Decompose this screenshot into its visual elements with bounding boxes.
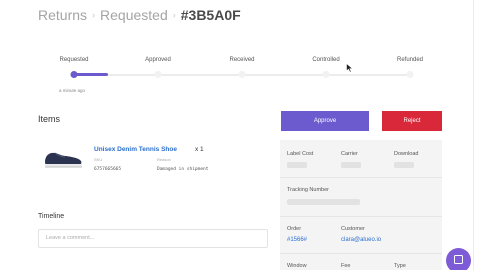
step-dot-refunded: [406, 71, 414, 78]
step-label-requested: Requested: [59, 57, 89, 63]
step-label-controlled: Controlled: [312, 57, 340, 63]
breadcrumb-separator: ›: [172, 10, 176, 20]
approve-button[interactable]: Approve: [281, 111, 369, 131]
chat-button[interactable]: [446, 248, 471, 270]
divider: [280, 177, 442, 178]
item-quantity: x 1: [195, 146, 204, 153]
divider: [280, 216, 442, 217]
reason-label: Reason: [157, 157, 171, 162]
step-label-received: Received: [229, 57, 255, 63]
breadcrumb-returns-link[interactable]: Returns: [38, 7, 87, 23]
fee-label: Fee: [341, 263, 351, 269]
items-heading: Items: [38, 114, 61, 124]
step-dot-controlled: [322, 71, 330, 78]
download-label: Download: [394, 151, 419, 157]
tracking-number-label: Tracking Number: [287, 187, 329, 193]
customer-email-link[interactable]: clara@alueo.io: [341, 237, 381, 243]
list-item: Unisex Denim Tennis Shoe x 1 SKU Reason …: [42, 143, 262, 179]
step-dot-approved: [154, 71, 162, 78]
step-dot-requested: [70, 71, 78, 78]
breadcrumb-separator: ›: [92, 10, 96, 20]
carrier-label: Carrier: [341, 151, 358, 157]
page-scrollbar[interactable]: [473, 0, 474, 270]
customer-label: Customer: [341, 226, 365, 232]
breadcrumb-requested-link[interactable]: Requested: [100, 7, 168, 23]
type-label: Type: [394, 263, 406, 269]
label-cost-placeholder: [287, 162, 307, 168]
step-timestamp: a minute ago: [59, 88, 86, 93]
window-label: Window: [287, 263, 307, 269]
step-label-approved: Approved: [145, 57, 171, 63]
order-link[interactable]: #1566#: [287, 237, 307, 243]
carrier-placeholder: [341, 162, 361, 168]
sku-label: SKU: [94, 157, 103, 162]
sneaker-image: [45, 152, 82, 168]
divider: [280, 253, 442, 254]
breadcrumb: Returns › Requested › #3B5A0F: [38, 6, 241, 24]
mouse-cursor-icon: [346, 63, 354, 73]
return-progress: Requested Approved Received Controlled R…: [40, 55, 440, 95]
reject-button[interactable]: Reject: [382, 111, 442, 131]
tracking-number-placeholder: [287, 199, 360, 205]
label-cost-label: Label Cost: [287, 151, 314, 157]
step-dot-received: [238, 71, 246, 78]
sku-value: 6757665665: [94, 167, 122, 172]
timeline-heading: Timeline: [38, 213, 65, 220]
reason-value: Damaged in shipment: [157, 167, 209, 172]
order-label: Order: [287, 226, 302, 232]
step-label-refunded: Refunded: [396, 57, 424, 63]
chat-icon: [454, 255, 463, 264]
page-title: #3B5A0F: [180, 7, 241, 23]
return-details-panel: Label Cost Carrier Download Tracking Num…: [280, 140, 442, 270]
download-placeholder[interactable]: [394, 162, 414, 168]
progress-fill: [74, 73, 108, 76]
comment-input[interactable]: Leave a comment...: [38, 229, 268, 248]
item-name-link[interactable]: Unisex Denim Tennis Shoe: [94, 146, 177, 153]
